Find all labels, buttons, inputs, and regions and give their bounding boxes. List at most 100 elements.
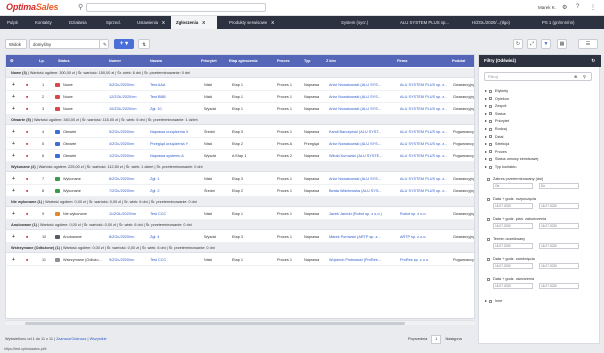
cell-z-kim[interactable]: Witold Kurowski (ALU SYSTE... [329, 150, 393, 162]
search-icon[interactable]: ⚲ [78, 3, 83, 11]
close-icon[interactable]: X [162, 20, 165, 25]
select-all-link[interactable]: Wszystkie [90, 337, 107, 341]
filter-item[interactable]: ▸ Proces [485, 149, 507, 155]
date-filter-checkbox[interactable] [487, 177, 490, 181]
cell-nazwa[interactable]: Zgł. 2 [150, 185, 200, 197]
filter-checkbox[interactable] [488, 157, 492, 161]
col-z-kim[interactable]: Z kim [326, 55, 336, 67]
table-row[interactable]: + ■ 4 Otwarte 5/ZGŁ/2020/nn Naprawa urządzeni… [6, 126, 474, 138]
date-filter-label[interactable]: Data + godz. rozpoczęcia [485, 196, 536, 202]
cell-nazwa[interactable]: Test CCC [150, 208, 200, 220]
date-to-input[interactable]: 16.07.2020 [539, 223, 579, 229]
global-search-input[interactable]: ⚲ [78, 3, 266, 12]
cell-numer[interactable]: 3/ZGŁ/2020/nn [109, 79, 149, 91]
cell-nazwa[interactable]: Test AAA [150, 79, 200, 91]
filter-checkbox[interactable] [488, 135, 492, 139]
col-lp[interactable]: Lp. [39, 55, 45, 67]
date-from-input[interactable]: 16.07.2020 [493, 283, 533, 289]
cell-firma[interactable]: ALU SYSTEM PLUS sp. z... [400, 91, 450, 103]
filter-checkbox[interactable] [488, 127, 492, 131]
cell-firma[interactable]: ALU SYSTEM PLUS sp. z... [400, 150, 450, 162]
filter-item[interactable]: ▸ Priorytet [485, 118, 509, 124]
filter-item[interactable]: ▸ Rodzaj [485, 126, 507, 132]
group-header[interactable]: Wykonane (2) | Wartość ogółem: 225,00 zł… [6, 162, 474, 172]
cell-numer[interactable]: 8/ZGŁ/2020/nn [109, 231, 149, 243]
date-to-input[interactable]: 16.07.2020 [539, 283, 579, 289]
cell-z-kim[interactable]: Artur Nowakowski (ALU SYS... [329, 103, 393, 115]
col-podzial[interactable]: Podział [452, 55, 465, 67]
filter-item[interactable]: ▸ Status [485, 111, 506, 117]
date-filter-label[interactable]: Zakres przeterminowany (dni) [485, 176, 543, 182]
expand-icon[interactable]: ⤢ [527, 39, 537, 49]
cell-nazwa[interactable]: Zgł. 1 [150, 173, 200, 185]
filter-item[interactable]: ▸ Status umowy serwisowej [485, 156, 538, 162]
cell-numer[interactable]: 6/ZGŁ/2020/nn [109, 173, 149, 185]
cell-firma[interactable]: ARTP sp. z o.o. [400, 231, 450, 243]
tab-produkty-serwisowe[interactable]: Produkty serwisowe X [224, 16, 279, 29]
cell-numer[interactable]: 9/ZGŁ/2020/nn [109, 254, 149, 266]
table-row[interactable]: + ■ 8 Wykonane 7/ZGŁ/2020/nn Zgł. 2 Średni Etap… [6, 185, 474, 197]
cell-numer[interactable]: 10/ZGŁ/2020/nn [109, 103, 149, 115]
cell-numer[interactable]: 11/ZGŁ/2020/nn [109, 208, 149, 220]
date-to-input[interactable]: 16.07.2020 [539, 203, 579, 209]
expand-row-icon[interactable]: + [12, 150, 15, 162]
edit-icon[interactable]: ✎ [99, 39, 109, 49]
tab-alu-system[interactable]: ALU SYSTEM PLUS sp... [395, 16, 465, 29]
filter-item[interactable]: ▸ Opiekun [485, 96, 509, 102]
tab-zgloszenia[interactable]: Zgłoszenia X [171, 16, 217, 29]
expand-row-icon[interactable]: + [12, 126, 15, 138]
menu-icon[interactable]: ⋮ [590, 4, 596, 11]
tab-sprzedaz[interactable]: Sprzed. [101, 16, 126, 29]
tab-pulpit[interactable]: Pulpit [2, 16, 23, 29]
cell-numer[interactable]: 5/ZGŁ/2020/nn [109, 126, 149, 138]
tab-ps1[interactable]: PS 1 (gn/nnn/nn) [537, 16, 599, 29]
col-firma[interactable]: Firma [397, 55, 407, 67]
table-row[interactable]: + ■ 7 Wykonane 6/ZGŁ/2020/nn Zgł. 1 Niski Etap … [6, 173, 474, 185]
date-from-input[interactable]: 16.07.2020 [493, 263, 533, 269]
table-row[interactable]: + ■ 11 Wstrzymane (Odłożo... 9/ZGŁ/2020/nn Te… [6, 254, 474, 266]
col-proces[interactable]: Proces [277, 55, 290, 67]
expand-row-icon[interactable]: + [12, 208, 15, 220]
col-typ[interactable]: Typ [304, 55, 310, 67]
cell-firma[interactable]: ALU SYSTEM PLUS sp. z... [400, 173, 450, 185]
horizontal-scrollbar[interactable] [5, 320, 475, 325]
cell-nazwa[interactable]: Naprawa urządzenia X [150, 126, 200, 138]
filter-item-more[interactable]: ▸ Inne [485, 298, 502, 304]
date-to-input[interactable]: 16.07.2020 [539, 243, 579, 249]
tab-kontakty[interactable]: Kontakty [30, 16, 57, 29]
current-page[interactable]: 1 [431, 335, 442, 344]
col-etap[interactable]: Etap zgłoszenia [229, 55, 257, 67]
cell-nazwa[interactable]: Zgł. 10 [150, 103, 200, 115]
expand-row-icon[interactable]: + [12, 173, 15, 185]
filter-checkbox[interactable] [488, 119, 492, 123]
filter-checkbox[interactable] [488, 89, 492, 93]
expand-row-icon[interactable]: + [12, 185, 15, 197]
cell-firma[interactable]: ALU SYSTEM PLUS sp. z... [400, 103, 450, 115]
date-filter-label[interactable]: Data + godz. zamknięcia [485, 256, 535, 262]
cell-firma[interactable]: ALU SYSTEM PLUS sp. z... [400, 185, 450, 197]
cell-z-kim[interactable]: Artur Nowakowski (ALU SYS... [329, 138, 393, 150]
date-filter-checkbox[interactable] [487, 217, 490, 221]
group-header[interactable]: Wstrzymane (Odłożone) (1) | Wartość ogół… [6, 243, 474, 253]
grid-icon[interactable]: ▦ [557, 39, 567, 49]
date-filter-label[interactable]: Data + godz. utworzenia [485, 276, 534, 282]
view-select[interactable]: domyślny▾ [29, 39, 105, 49]
search-icon[interactable]: ⚲ [583, 74, 586, 79]
scroll-thumb[interactable] [25, 322, 405, 325]
date-to-input[interactable]: 16.07.2020 [539, 263, 579, 269]
prev-page-button[interactable]: Poprzednia [408, 337, 427, 341]
cell-z-kim[interactable]: Artur Nowakowski (ALU SYS... [329, 79, 393, 91]
filter-item[interactable]: ▸ Typ kontaktu [485, 164, 516, 170]
tab-zgloszenie-detail[interactable]: H/ZGŁ/2020/...(tłgo) [467, 16, 535, 29]
cell-z-kim[interactable]: Artur Nowakowski (ALU SYS... [329, 91, 393, 103]
refresh-icon[interactable]: ↻ [513, 39, 523, 49]
cell-firma[interactable]: ProRes sp. z o.o. [400, 254, 450, 266]
expand-row-icon[interactable]: + [12, 91, 15, 103]
filter-checkbox[interactable] [488, 112, 492, 116]
filter-checkbox[interactable] [488, 104, 492, 108]
cell-nazwa[interactable]: Naprawa systemu A [150, 150, 200, 162]
date-filter-checkbox[interactable] [487, 197, 490, 201]
filter-checkbox[interactable] [488, 97, 492, 101]
date-from-input[interactable]: 16.07.2020 [493, 223, 533, 229]
filter-checkbox[interactable] [488, 150, 492, 154]
